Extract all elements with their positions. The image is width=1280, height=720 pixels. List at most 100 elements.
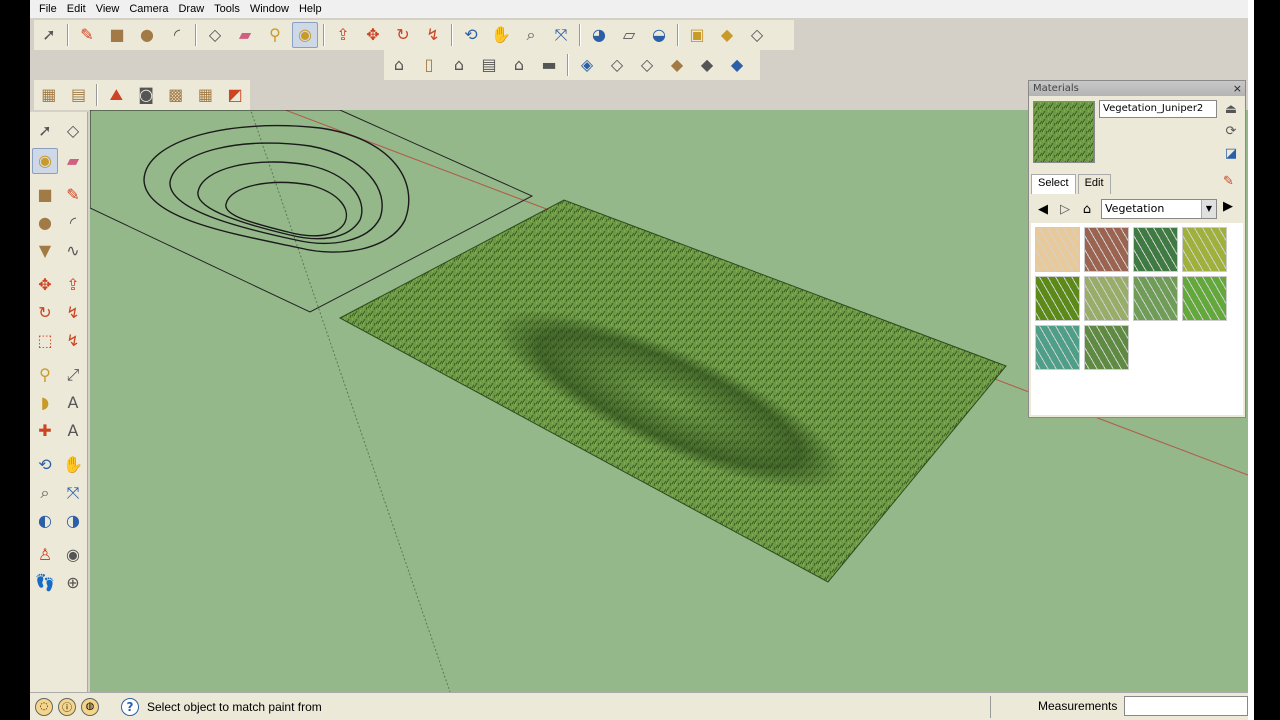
monochrome-style-icon[interactable]: ◆ bbox=[724, 52, 750, 78]
credits-icon[interactable]: ⓘ bbox=[58, 697, 76, 716]
warehouse-icon[interactable]: ▣ bbox=[684, 22, 710, 48]
default-material-icon[interactable]: ◪ bbox=[1222, 144, 1240, 162]
hidden-line-style-icon[interactable]: ◇ bbox=[634, 52, 660, 78]
user-icon[interactable]: ◍ bbox=[81, 697, 99, 716]
arc-icon[interactable]: ◜ bbox=[164, 22, 190, 48]
extension-icon[interactable]: ◆ bbox=[714, 22, 740, 48]
rectangle-icon[interactable]: ■ bbox=[104, 22, 130, 48]
flip-edge-icon[interactable]: ◩ bbox=[222, 82, 248, 108]
orbit-icon[interactable]: ⟲ bbox=[458, 22, 484, 48]
paint-bucket-icon[interactable]: ◉ bbox=[292, 22, 318, 48]
tab-edit[interactable]: Edit bbox=[1077, 174, 1111, 194]
position-camera-icon[interactable]: ♙ bbox=[32, 542, 58, 568]
chevron-down-icon[interactable]: ▼ bbox=[1201, 200, 1216, 218]
shaded-style-icon[interactable]: ◆ bbox=[664, 52, 690, 78]
material-swatch[interactable] bbox=[1084, 227, 1129, 272]
zoom-icon[interactable]: ⌕ bbox=[32, 480, 58, 506]
material-name-field[interactable]: Vegetation_Juniper2 bbox=[1099, 100, 1217, 118]
text-icon[interactable]: A bbox=[60, 390, 86, 416]
menu-view[interactable]: View bbox=[91, 3, 125, 15]
zoom-icon[interactable]: ⌕ bbox=[518, 22, 544, 48]
rotate-icon[interactable]: ↻ bbox=[32, 300, 58, 326]
menu-tools[interactable]: Tools bbox=[209, 3, 245, 15]
look-around-icon[interactable]: ◉ bbox=[60, 542, 86, 568]
menu-edit[interactable]: Edit bbox=[62, 3, 91, 15]
details-arrow-icon[interactable]: ▶ bbox=[1223, 199, 1233, 214]
close-icon[interactable]: × bbox=[1233, 81, 1242, 96]
material-swatch[interactable] bbox=[1035, 325, 1080, 370]
freehand-icon[interactable]: ∿ bbox=[60, 238, 86, 264]
rotate-icon[interactable]: ↻ bbox=[390, 22, 416, 48]
zoom-extents-icon[interactable]: ⤧ bbox=[60, 480, 86, 506]
section-plane-icon[interactable]: ⊕ bbox=[60, 570, 86, 596]
menu-file[interactable]: File bbox=[34, 3, 62, 15]
material-preview-swatch[interactable] bbox=[1033, 101, 1095, 163]
follow-me-icon[interactable]: ↯ bbox=[60, 300, 86, 326]
back-view-icon[interactable]: ⌂ bbox=[506, 52, 532, 78]
material-swatch[interactable] bbox=[1182, 276, 1227, 321]
add-detail-icon[interactable]: ▦ bbox=[193, 82, 219, 108]
tape-measure-icon[interactable]: ⚲ bbox=[262, 22, 288, 48]
dimension-icon[interactable]: ⤢ bbox=[60, 362, 86, 388]
arc-icon[interactable]: ◜ bbox=[60, 210, 86, 236]
zoom-extents-icon[interactable]: ⤧ bbox=[548, 22, 574, 48]
follow-me-icon[interactable]: ↯ bbox=[420, 22, 446, 48]
style-icon[interactable]: ◇ bbox=[744, 22, 770, 48]
pan-icon[interactable]: ✋ bbox=[60, 452, 86, 478]
protractor-icon[interactable]: ◗ bbox=[32, 390, 58, 416]
menu-draw[interactable]: Draw bbox=[173, 3, 209, 15]
material-swatch[interactable] bbox=[1133, 276, 1178, 321]
select-icon[interactable]: ➚ bbox=[36, 22, 62, 48]
circle-icon[interactable]: ● bbox=[32, 210, 58, 236]
walk-icon[interactable]: 👣 bbox=[32, 570, 58, 596]
next-view-icon[interactable]: ◑ bbox=[60, 508, 86, 534]
top-view-icon[interactable]: ⌂ bbox=[446, 52, 472, 78]
help-icon[interactable]: ? bbox=[121, 697, 139, 716]
push-pull-icon[interactable]: ⇪ bbox=[330, 22, 356, 48]
eyedropper-icon[interactable]: ✎ bbox=[1223, 174, 1234, 189]
wireframe-style-icon[interactable]: ◇ bbox=[604, 52, 630, 78]
menu-window[interactable]: Window bbox=[245, 3, 294, 15]
move-icon[interactable]: ✥ bbox=[360, 22, 386, 48]
shaded-texture-style-icon[interactable]: ◆ bbox=[694, 52, 720, 78]
right-view-icon[interactable]: ▤ bbox=[476, 52, 502, 78]
home-icon[interactable]: ⌂ bbox=[1077, 199, 1097, 219]
scale-icon[interactable]: ⬚ bbox=[32, 328, 58, 354]
line-icon[interactable]: ✎ bbox=[60, 182, 86, 208]
material-swatch[interactable] bbox=[1035, 227, 1080, 272]
orbit-icon[interactable]: ⟲ bbox=[32, 452, 58, 478]
pencil-icon[interactable]: ✎ bbox=[74, 22, 100, 48]
library-dropdown[interactable]: Vegetation ▼ bbox=[1101, 199, 1217, 219]
drape-icon[interactable]: ▩ bbox=[163, 82, 189, 108]
material-swatch[interactable] bbox=[1182, 227, 1227, 272]
share-model-icon[interactable]: ▱ bbox=[616, 22, 642, 48]
front-view-icon[interactable]: ▯ bbox=[416, 52, 442, 78]
axes-icon[interactable]: ✚ bbox=[32, 418, 58, 444]
material-swatch[interactable] bbox=[1084, 325, 1129, 370]
rectangle-icon[interactable]: ■ bbox=[32, 182, 58, 208]
pan-icon[interactable]: ✋ bbox=[488, 22, 514, 48]
menu-camera[interactable]: Camera bbox=[124, 3, 173, 15]
smoove-icon[interactable]: ⛰ bbox=[103, 82, 129, 108]
move-icon[interactable]: ✥ bbox=[32, 272, 58, 298]
sandbox-from-contours-icon[interactable]: ▦ bbox=[36, 82, 62, 108]
material-swatch[interactable] bbox=[1084, 276, 1129, 321]
get-models-icon[interactable]: ◕ bbox=[586, 22, 612, 48]
menu-help[interactable]: Help bbox=[294, 3, 327, 15]
offset-icon[interactable]: ↯ bbox=[60, 328, 86, 354]
forward-arrow-icon[interactable]: ▷ bbox=[1055, 199, 1075, 219]
share-component-icon[interactable]: ◒ bbox=[646, 22, 672, 48]
eraser-icon[interactable]: ▰ bbox=[232, 22, 258, 48]
polygon-icon[interactable]: ▼ bbox=[32, 238, 58, 264]
eraser-icon[interactable]: ▰ bbox=[60, 148, 86, 174]
select-icon[interactable]: ➚ bbox=[32, 118, 58, 144]
measurements-input[interactable] bbox=[1124, 696, 1248, 716]
material-swatch[interactable] bbox=[1035, 276, 1080, 321]
material-swatch[interactable] bbox=[1133, 227, 1178, 272]
paint-bucket-icon[interactable]: ◉ bbox=[32, 148, 58, 174]
stamp-icon[interactable]: ◙ bbox=[133, 82, 159, 108]
left-view-icon[interactable]: ▬ bbox=[536, 52, 562, 78]
iso-view-icon[interactable]: ⌂ bbox=[386, 52, 412, 78]
create-material-icon[interactable]: ⟳ bbox=[1222, 122, 1240, 140]
sandbox-from-scratch-icon[interactable]: ▤ bbox=[66, 82, 92, 108]
